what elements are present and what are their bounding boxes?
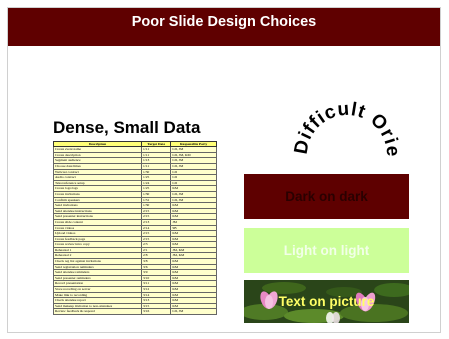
dense-data-heading: Dense, Small Data <box>53 118 201 137</box>
data-table: Description Target Date Responsible Part… <box>52 140 217 315</box>
slide: Poor Slide Design Choices Difficult Orie… <box>8 8 440 332</box>
cell-target-date: 3/16 <box>141 308 172 315</box>
curved-orientation-text: Difficult Orientation <box>264 60 403 158</box>
table-body: Create event name 1/11 LD, JM Create descri… <box>52 146 217 315</box>
curved-text-graphic: Difficult Orientation <box>264 60 403 158</box>
text-on-picture-text: Text on picture <box>278 294 375 309</box>
light-on-light-box: Light on light <box>244 228 409 273</box>
cell-description: Review feedback & respond <box>52 308 143 315</box>
text-on-picture-box: Text on picture <box>244 280 409 323</box>
cell-responsible-party: LD, JM <box>170 308 217 315</box>
table-row: Review feedback & respond 3/16 LD, JM <box>52 308 217 315</box>
title-bar: Poor Slide Design Choices <box>8 8 440 46</box>
dark-on-dark-text: Dark on dark <box>285 189 368 204</box>
slide-title: Poor Slide Design Choices <box>131 14 317 30</box>
light-on-light-text: Light on light <box>283 243 370 258</box>
dark-on-dark-box: Dark on dark <box>244 174 409 219</box>
